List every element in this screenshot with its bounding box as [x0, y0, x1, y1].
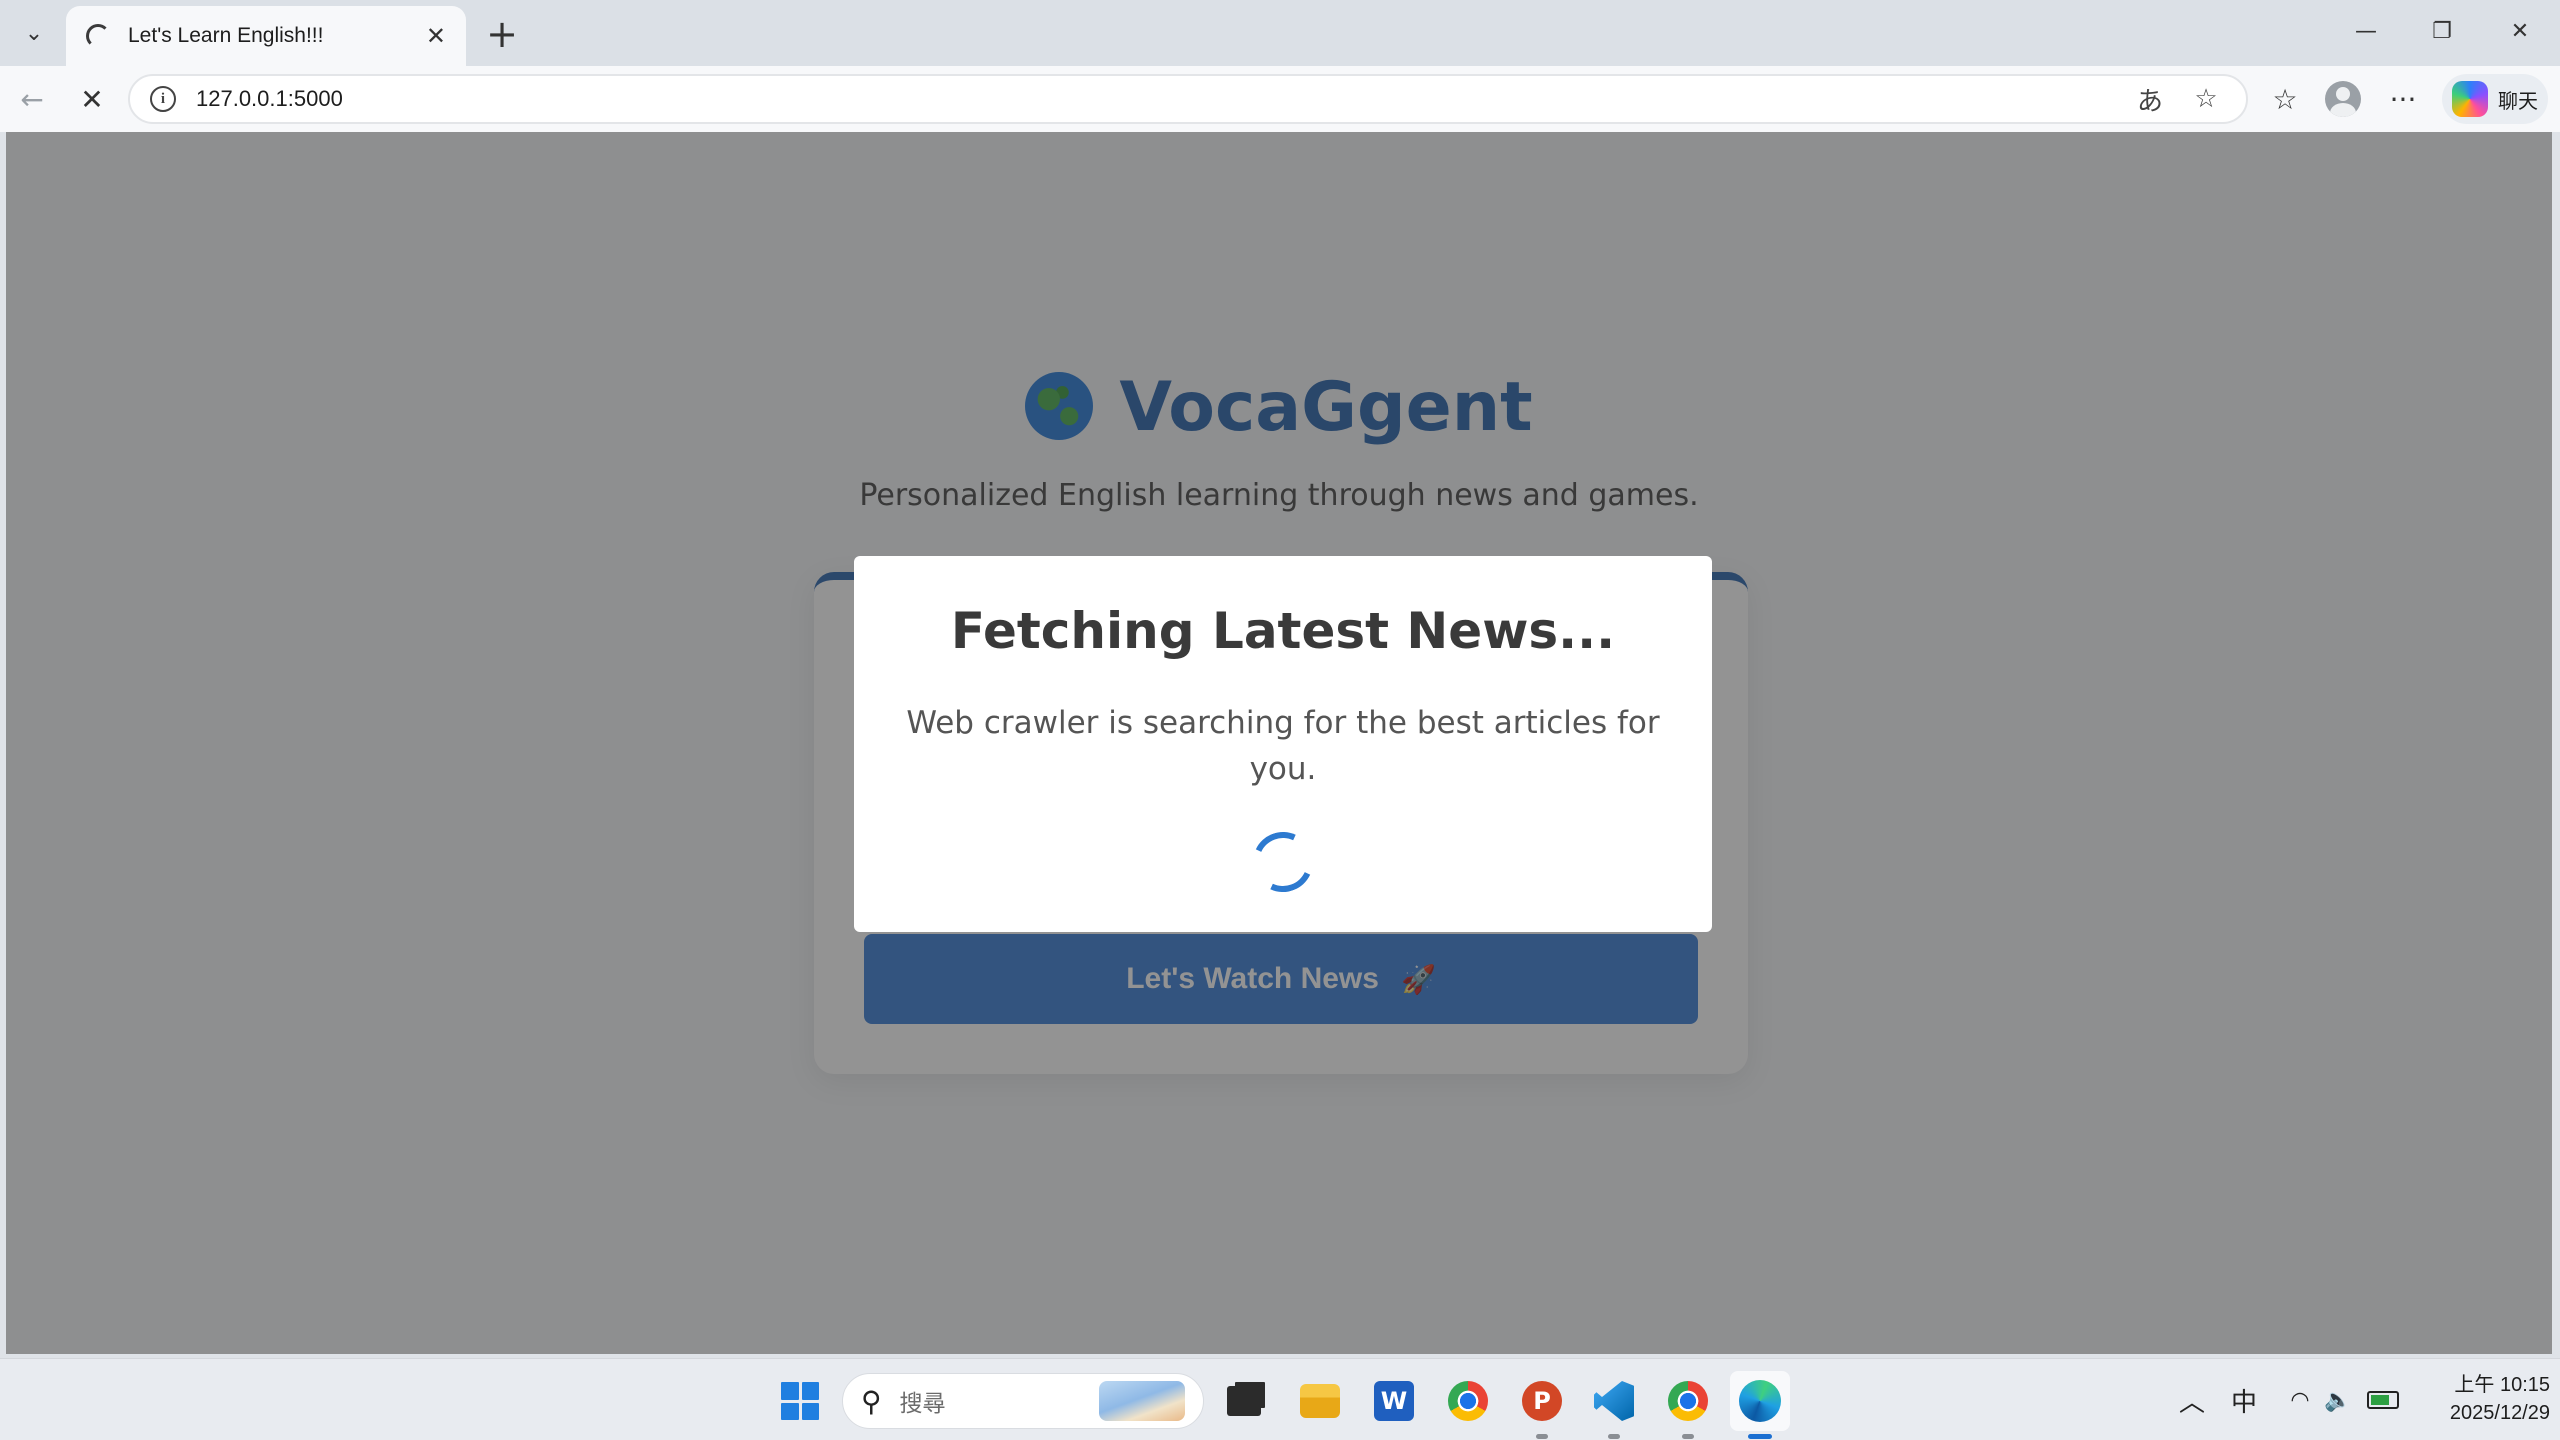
- clock-date: 2025/12/29: [2449, 1402, 2550, 1424]
- word-button[interactable]: W: [1364, 1371, 1424, 1431]
- chrome-profile-button[interactable]: [1658, 1371, 1718, 1439]
- tab-strip: ⌄ Let's Learn English!!! ✕ + — ❐ ✕: [0, 0, 2560, 66]
- battery-icon[interactable]: [2360, 1359, 2406, 1440]
- search-highlight-image: [1099, 1381, 1185, 1421]
- copilot-label: 聊天: [2498, 88, 2538, 113]
- spinner-icon: [1244, 823, 1322, 901]
- search-placeholder: 搜尋: [899, 1391, 946, 1417]
- minimize-button[interactable]: —: [2328, 0, 2404, 62]
- url-text[interactable]: 127.0.0.1:5000: [196, 86, 2114, 112]
- word-icon: W: [1374, 1381, 1414, 1421]
- file-explorer-button[interactable]: [1290, 1371, 1350, 1431]
- search-icon: ⚲: [861, 1384, 882, 1418]
- windows-icon: [781, 1382, 819, 1420]
- copilot-button[interactable]: 聊天: [2442, 74, 2548, 124]
- show-hidden-icons[interactable]: ︿: [2172, 1359, 2212, 1440]
- ime-indicator[interactable]: 中: [2224, 1359, 2264, 1440]
- wifi-icon[interactable]: ◠: [2280, 1359, 2320, 1440]
- loading-modal: Fetching Latest News... Web crawler is s…: [854, 556, 1712, 932]
- chrome-button[interactable]: [1438, 1371, 1498, 1431]
- site-info-icon[interactable]: i: [150, 86, 176, 112]
- restore-button[interactable]: ❐: [2404, 0, 2480, 62]
- active-tab[interactable]: Let's Learn English!!! ✕: [66, 6, 466, 66]
- task-view-icon: [1227, 1386, 1261, 1416]
- back-button[interactable]: ←: [6, 74, 58, 124]
- browser-toolbar: ← ✕ i 127.0.0.1:5000 あ ☆ ☆ ···: [0, 66, 2560, 132]
- taskbar-search[interactable]: ⚲ 搜尋: [842, 1373, 1204, 1429]
- clock-time: 上午 10:15: [2454, 1374, 2550, 1396]
- chrome-icon: [1448, 1381, 1488, 1421]
- favorites-icon[interactable]: ☆: [2258, 74, 2312, 124]
- start-button[interactable]: [770, 1371, 830, 1431]
- tab-loading-icon: [86, 24, 110, 48]
- avatar: [2325, 81, 2361, 117]
- tab-close-icon[interactable]: ✕: [426, 22, 446, 50]
- more-menu-icon[interactable]: ···: [2376, 74, 2430, 124]
- task-view-button[interactable]: [1214, 1371, 1274, 1431]
- profile-button[interactable]: [2316, 74, 2370, 124]
- new-tab-button[interactable]: +: [480, 12, 524, 56]
- translate-icon[interactable]: あ: [2130, 81, 2170, 118]
- edge-icon: [1739, 1380, 1781, 1422]
- folder-icon: [1300, 1384, 1340, 1418]
- copilot-icon: [2452, 81, 2488, 117]
- tab-list-chevron-icon[interactable]: ⌄: [8, 8, 60, 58]
- powerpoint-button[interactable]: P: [1512, 1371, 1572, 1439]
- taskbar: ⚲ 搜尋 W P ︿ 中 ◠ 🔈 上午 10:15 2025/12/29: [0, 1358, 2560, 1440]
- vscode-icon: [1594, 1381, 1634, 1421]
- modal-message: Web crawler is searching for the best ar…: [906, 705, 1660, 787]
- page-viewport: VocaGgent Personalized English learning …: [6, 132, 2552, 1354]
- tab-title: Let's Learn English!!!: [128, 24, 324, 47]
- volume-icon[interactable]: 🔈: [2318, 1359, 2358, 1440]
- vscode-button[interactable]: [1584, 1371, 1644, 1439]
- edge-button[interactable]: [1730, 1371, 1790, 1439]
- address-bar[interactable]: i 127.0.0.1:5000 あ ☆: [128, 74, 2248, 124]
- modal-title: Fetching Latest News...: [950, 602, 1616, 660]
- system-clock[interactable]: 上午 10:15 2025/12/29: [2410, 1371, 2550, 1427]
- chrome-profile-icon: [1668, 1381, 1708, 1421]
- close-window-button[interactable]: ✕: [2482, 0, 2558, 62]
- favorite-star-icon[interactable]: ☆: [2186, 84, 2226, 114]
- powerpoint-icon: P: [1522, 1381, 1562, 1421]
- stop-loading-button[interactable]: ✕: [66, 74, 118, 124]
